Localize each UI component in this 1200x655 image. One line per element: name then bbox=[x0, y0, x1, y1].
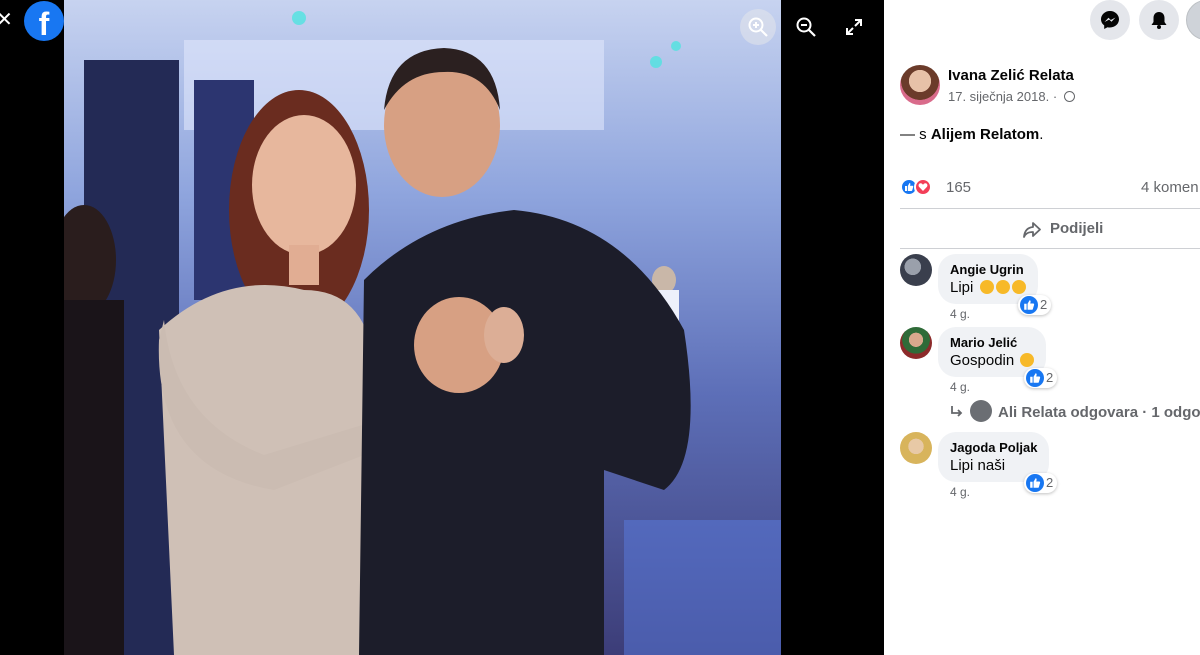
comment-reactions[interactable]: 2 bbox=[1018, 295, 1052, 315]
comment-time[interactable]: 4 g. bbox=[950, 380, 970, 394]
photo-scene bbox=[64, 11, 781, 655]
comment-reaction-count: 2 bbox=[1046, 475, 1054, 490]
emoji-heart-eyes-icon bbox=[995, 280, 1010, 294]
notifications-bell-icon bbox=[1151, 12, 1167, 29]
divider bbox=[900, 208, 1200, 209]
zoom-in-icon bbox=[748, 17, 768, 37]
comment-reaction-count: 2 bbox=[1046, 370, 1054, 385]
with-prefix: — s bbox=[900, 126, 931, 143]
post-photo[interactable] bbox=[64, 0, 781, 655]
like-reaction-icon bbox=[1026, 369, 1044, 387]
share-icon bbox=[1023, 222, 1041, 238]
post-side-panel: Ivana Zelić Relata 17. siječnja 2018. · … bbox=[884, 0, 1200, 655]
zoom-in-button[interactable] bbox=[740, 9, 776, 45]
author-avatar[interactable] bbox=[900, 65, 940, 105]
fullscreen-button[interactable] bbox=[836, 9, 872, 45]
comment-reactions[interactable]: 2 bbox=[1024, 368, 1058, 388]
comment-time[interactable]: 4 g. bbox=[950, 485, 970, 499]
messenger-icon bbox=[1101, 11, 1119, 29]
comment-text: Gospodin bbox=[950, 352, 1035, 369]
share-label: Podijeli bbox=[1050, 220, 1104, 237]
commenter-name[interactable]: Jagoda Poljak bbox=[950, 440, 1037, 455]
comment-reactions[interactable]: 2 bbox=[1024, 473, 1058, 493]
emoji-kiss-icon bbox=[1011, 280, 1026, 294]
divider bbox=[900, 248, 1200, 249]
commenter-avatar[interactable] bbox=[900, 327, 932, 359]
account-avatar[interactable] bbox=[1186, 0, 1200, 40]
comment-text: Lipi naši bbox=[950, 457, 1006, 474]
messenger-button[interactable] bbox=[1090, 0, 1130, 40]
reply-arrow-icon bbox=[951, 406, 963, 417]
zoom-out-button[interactable] bbox=[788, 9, 824, 45]
like-reaction-icon bbox=[1020, 296, 1038, 314]
comment-text: Lipi bbox=[950, 279, 1026, 296]
emoji-wink-icon bbox=[1020, 353, 1035, 367]
tagged-person-link[interactable]: Alijem Relatom bbox=[931, 126, 1039, 143]
facebook-logo-icon[interactable]: f bbox=[24, 1, 64, 41]
replier-avatar bbox=[970, 400, 992, 422]
photo-viewer: ✕ f bbox=[0, 0, 884, 655]
author-name[interactable]: Ivana Zelić Relata bbox=[948, 67, 1074, 84]
date-separator: · bbox=[1052, 89, 1058, 104]
comment-reaction-count: 2 bbox=[1040, 297, 1048, 312]
like-reaction-icon bbox=[1026, 474, 1044, 492]
commenter-avatar[interactable] bbox=[900, 254, 932, 286]
notifications-button[interactable] bbox=[1139, 0, 1179, 40]
share-button[interactable]: Podijeli bbox=[1023, 220, 1104, 238]
reaction-count: 165 bbox=[946, 179, 972, 196]
comment-text-content: Gospodin bbox=[950, 352, 1015, 369]
public-globe-icon bbox=[1063, 91, 1075, 102]
zoom-out-icon bbox=[796, 17, 816, 37]
commenter-avatar[interactable] bbox=[900, 432, 932, 464]
view-replies-link[interactable]: Ali Relata odgovara · 1 odgov bbox=[950, 400, 1200, 422]
post-date: 17. siječnja 2018. · bbox=[948, 89, 1075, 104]
comment-text-content: Lipi bbox=[950, 279, 974, 296]
emoji-kiss-icon bbox=[979, 280, 994, 294]
love-reaction-icon bbox=[914, 178, 932, 196]
close-icon[interactable]: ✕ bbox=[0, 10, 13, 30]
commenter-name[interactable]: Angie Ugrin bbox=[950, 262, 1026, 277]
tagged-with-line: — s Alijem Relatom. bbox=[900, 126, 1043, 143]
comment-time[interactable]: 4 g. bbox=[950, 307, 970, 321]
fullscreen-icon bbox=[846, 19, 862, 35]
reply-summary: Ali Relata odgovara · 1 odgov bbox=[998, 404, 1200, 421]
post-date-text[interactable]: 17. siječnja 2018. bbox=[948, 89, 1049, 104]
commenter-name[interactable]: Mario Jelić bbox=[950, 335, 1034, 350]
with-suffix: . bbox=[1039, 126, 1044, 143]
comment-count[interactable]: 4 komen bbox=[1141, 179, 1199, 196]
